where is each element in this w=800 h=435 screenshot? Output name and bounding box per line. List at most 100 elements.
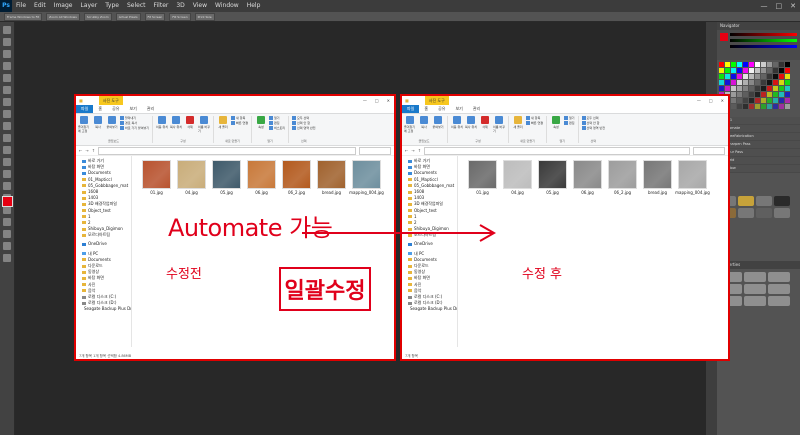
swatch[interactable] [749, 98, 754, 103]
swatch[interactable] [767, 86, 772, 91]
tab-file[interactable]: 파일 [402, 105, 420, 113]
paste-button[interactable]: 붙여넣기 [106, 116, 118, 129]
swatch[interactable] [731, 62, 736, 67]
option-zoom-all[interactable]: Zoom All Windows [46, 12, 80, 21]
new-item-button[interactable]: 새 항목 [231, 116, 248, 120]
swatch[interactable] [731, 68, 736, 73]
copy-to-button[interactable]: 복사 위치 [170, 116, 182, 129]
forward-icon[interactable]: → [411, 148, 414, 153]
history-button[interactable]: 히스토리 [269, 126, 285, 130]
swatch[interactable] [767, 92, 772, 97]
color-panel[interactable] [717, 30, 800, 60]
tab-view[interactable]: 보기 [450, 105, 467, 113]
menu-view[interactable]: View [189, 0, 211, 12]
file-item[interactable]: 06_2.jpg [606, 160, 639, 195]
swatch[interactable] [725, 68, 730, 73]
swatch[interactable] [725, 74, 730, 79]
swatch[interactable] [737, 68, 742, 73]
quick-select-tool-icon[interactable] [3, 62, 11, 70]
swatch[interactable] [773, 68, 778, 73]
properties-button[interactable]: 속성 [550, 116, 562, 129]
nav-item[interactable]: 모르다아트팀 [76, 232, 131, 238]
eyedropper-tool-icon[interactable] [3, 86, 11, 94]
tab-home[interactable]: 홈 [93, 105, 107, 113]
file-item[interactable]: bread.jpg [641, 160, 674, 195]
file-item[interactable]: 01.jpg [466, 160, 499, 195]
swatch[interactable] [779, 74, 784, 79]
lasso-tool-icon[interactable] [3, 50, 11, 58]
invert-selection-button[interactable]: 선택 영역 반전 [292, 126, 316, 130]
swatch[interactable] [761, 74, 766, 79]
swatch[interactable] [719, 80, 724, 85]
swatch[interactable] [779, 92, 784, 97]
menu-layer[interactable]: Layer [76, 0, 101, 12]
swatch[interactable] [779, 62, 784, 67]
swatch[interactable] [743, 86, 748, 91]
swatch[interactable] [725, 62, 730, 67]
swatch[interactable] [779, 86, 784, 91]
cut-button[interactable]: 잘라내기 [120, 116, 149, 120]
swatch[interactable] [773, 62, 778, 67]
swatch[interactable] [755, 92, 760, 97]
option-actual-pixels[interactable]: Actual Pixels [115, 12, 141, 21]
file-item[interactable]: 05.jpg [536, 160, 569, 195]
file-item[interactable]: 04.jpg [501, 160, 534, 195]
swatch[interactable] [785, 80, 790, 85]
maximize-icon[interactable]: □ [709, 98, 713, 103]
swatch[interactable] [725, 86, 730, 91]
type-tool-icon[interactable] [3, 206, 11, 214]
menu-edit[interactable]: Edit [30, 0, 50, 12]
shape-tool-icon[interactable] [3, 230, 11, 238]
file-item[interactable]: 04.jpg [175, 160, 208, 195]
swatch[interactable] [785, 62, 790, 67]
swatch[interactable] [773, 104, 778, 109]
open-button[interactable]: 열기 [269, 116, 285, 120]
swatch[interactable] [749, 86, 754, 91]
swatch[interactable] [761, 80, 766, 85]
file-item[interactable]: 01.jpg [140, 160, 173, 195]
paste-button[interactable]: 붙여넣기 [432, 116, 444, 129]
swatch[interactable] [731, 74, 736, 79]
paste-shortcut-button[interactable]: 바로 가기 붙여넣기 [120, 126, 149, 130]
swatch[interactable] [731, 104, 736, 109]
minimize-icon[interactable]: — [697, 98, 701, 103]
move-tool-icon[interactable] [3, 26, 11, 34]
rename-button[interactable]: 이름 바꾸기 [198, 116, 210, 133]
nav-item[interactable]: Seagate Backup Plus Dr [76, 306, 131, 312]
search-input[interactable] [359, 146, 391, 155]
new-folder-button[interactable]: 새 폴더 [512, 116, 524, 129]
picture-tools-tab[interactable]: 사진 도구 [424, 96, 449, 105]
swatch[interactable] [719, 86, 724, 91]
pin-button[interactable]: 즐겨찾기에 고정 [404, 116, 416, 133]
file-item[interactable]: mapping_004.jpg [349, 160, 384, 195]
swatch[interactable] [755, 74, 760, 79]
new-item-button[interactable]: 새 항목 [526, 116, 543, 120]
option-frame-windows[interactable]: Frame Windows to Fit [4, 12, 43, 21]
swatch[interactable] [725, 80, 730, 85]
blur-tool-icon[interactable] [3, 170, 11, 178]
swatch[interactable] [719, 68, 724, 73]
back-icon[interactable]: ← [79, 148, 82, 153]
swatch[interactable] [743, 104, 748, 109]
swatch[interactable] [749, 92, 754, 97]
swatch[interactable] [749, 68, 754, 73]
copy-path-button[interactable]: 경로 복사 [120, 121, 149, 125]
file-item[interactable]: 06.jpg [571, 160, 604, 195]
swatch[interactable] [737, 74, 742, 79]
swatch[interactable] [767, 62, 772, 67]
brush-tool-icon[interactable] [3, 110, 11, 118]
menu-filter[interactable]: Filter [150, 0, 173, 12]
delete-button[interactable]: 삭제 [479, 116, 491, 129]
swatch[interactable] [755, 62, 760, 67]
healing-tool-icon[interactable] [3, 98, 11, 106]
file-item[interactable]: bread.jpg [315, 160, 348, 195]
swatch[interactable] [743, 68, 748, 73]
swatch[interactable] [737, 62, 742, 67]
pin-button[interactable]: 즐겨찾기에 고정 [78, 116, 90, 133]
address-bar[interactable] [424, 146, 690, 155]
swatch[interactable] [767, 80, 772, 85]
swatch[interactable] [743, 62, 748, 67]
up-icon[interactable]: ↑ [418, 148, 421, 153]
swatch[interactable] [773, 98, 778, 103]
gradient-tool-icon[interactable] [3, 158, 11, 166]
